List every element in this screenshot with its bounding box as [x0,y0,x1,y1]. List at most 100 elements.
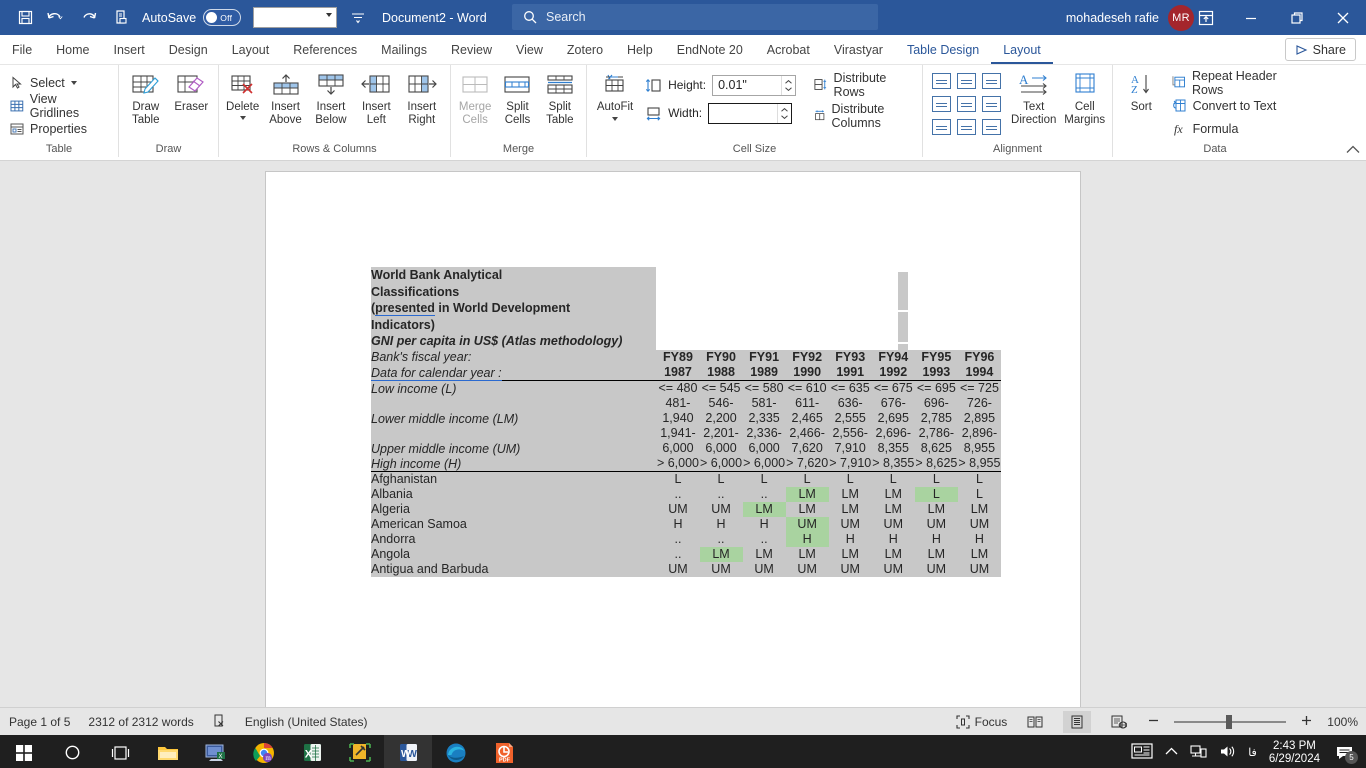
document-canvas[interactable]: World Bank Analytical Classifications (p… [0,161,1366,707]
tab-file[interactable]: File [0,36,44,64]
qat-dropdown[interactable] [253,7,338,28]
cell-margins-button[interactable]: Cell Margins [1063,69,1106,127]
edge-icon[interactable] [432,735,480,768]
account-area[interactable]: mohadeseh rafie MR [1066,4,1194,31]
align-top-right-button[interactable] [982,72,1001,89]
word-count[interactable]: 2312 of 2312 words [88,715,193,729]
tab-help[interactable]: Help [615,36,665,64]
news-weather-icon[interactable] [1131,742,1153,763]
split-table-button[interactable]: Split Table [540,69,580,127]
search-box[interactable]: Search [512,4,878,30]
column-width-input[interactable] [708,102,793,124]
remote-desktop-icon[interactable]: X [192,735,240,768]
tab-table-layout[interactable]: Layout [991,36,1053,64]
draw-table-button[interactable]: Draw Table [125,69,167,127]
file-explorer-icon[interactable] [144,735,192,768]
undo-icon[interactable] [42,5,72,31]
chrome-icon[interactable]: m [240,735,288,768]
table-row[interactable]: American Samoa H H H UM UM UM UM UM [371,516,1001,532]
table-row-title[interactable]: World Bank Analytical Classifications (p… [371,267,1001,350]
align-bottom-center-button[interactable] [957,118,976,135]
start-icon[interactable] [0,735,48,768]
tab-layout[interactable]: Layout [220,36,282,64]
formula-button[interactable]: fx Formula [1168,117,1311,140]
misspelled-word[interactable]: presented [375,301,435,316]
save-icon[interactable] [10,5,40,31]
focus-button[interactable]: Focus [956,715,1007,729]
align-bottom-left-button[interactable] [932,118,951,135]
language-indicator[interactable]: English (United States) [245,715,368,729]
read-mode-icon[interactable] [1021,711,1049,733]
editor-icon[interactable] [336,735,384,768]
row-height-control[interactable]: Height: 0.01" [645,71,797,99]
properties-button[interactable]: Properties [6,117,91,140]
insert-left-button[interactable]: Insert Left [354,69,398,127]
web-layout-icon[interactable] [1105,711,1133,733]
share-button[interactable]: Share [1284,38,1356,61]
repeat-header-rows-button[interactable]: Repeat Header Rows [1168,69,1311,97]
table-title-cell[interactable]: World Bank Analytical Classifications (p… [371,267,642,350]
tab-mailings[interactable]: Mailings [369,36,439,64]
restore-icon[interactable] [1274,0,1320,35]
country-rows-body[interactable]: Afghanistan L L L L L L L L Albania...... LM LM LM L L… [371,471,1001,577]
redo-icon[interactable] [74,5,104,31]
distribute-columns-button[interactable]: Distribute Columns [810,102,916,130]
width-spinner[interactable] [777,103,791,123]
autosave-toggle[interactable]: Off [203,9,242,26]
convert-to-text-button[interactable]: Convert to Text [1168,94,1311,117]
proofing-errors-icon[interactable] [212,713,227,731]
minimize-icon[interactable] [1228,0,1274,35]
autofit-button[interactable]: AutoFit [593,69,637,121]
language-indicator-icon[interactable]: فا [1248,746,1257,759]
tab-view[interactable]: View [504,36,555,64]
volume-icon[interactable] [1219,744,1236,762]
excel-icon[interactable]: X [288,735,336,768]
align-middle-right-button[interactable] [982,95,1001,112]
close-icon[interactable] [1320,0,1366,35]
zoom-level[interactable]: 100% [1327,715,1358,729]
document-page[interactable]: World Bank Analytical Classifications (p… [265,171,1081,707]
customize-qat-icon[interactable] [351,12,365,24]
tab-design[interactable]: Design [157,36,220,64]
notifications-icon[interactable]: 5 [1332,735,1358,768]
row-height-input[interactable]: 0.01" [712,74,797,96]
tab-zotero[interactable]: Zotero [555,36,615,64]
table-row[interactable]: Afghanistan L L L L L L L L [371,471,1001,487]
zoom-slider[interactable] [1174,714,1287,729]
tab-virastyar[interactable]: Virastyar [822,36,895,64]
zoom-slider-thumb[interactable] [1226,714,1233,729]
table-row[interactable]: Angola.. LM LM LM LM LM LM LM [371,546,1001,562]
collapse-ribbon-icon[interactable] [1346,143,1360,157]
eraser-button[interactable]: Eraser [171,69,213,114]
tab-references[interactable]: References [281,36,369,64]
distribute-rows-button[interactable]: Distribute Rows [810,71,916,99]
align-top-left-button[interactable] [932,72,951,89]
clock[interactable]: 2:43 PM 6/29/2024 [1269,740,1320,766]
tab-acrobat[interactable]: Acrobat [755,36,822,64]
page-indicator[interactable]: Page 1 of 5 [9,715,70,729]
autosave-control[interactable]: AutoSave Off [142,9,242,26]
table-row[interactable]: Albania...... LM LM LM L L [371,486,1001,502]
table-row-low-income[interactable]: Low income (L) <= 480 <= 545 <= 580 <= 6… [371,380,1001,396]
table-row-upper-middle-income[interactable]: Upper middle income (UM) 1,941-6,000 2,2… [371,425,1001,456]
insert-below-button[interactable]: Insert Below [309,69,353,127]
network-icon[interactable] [1190,744,1207,762]
print-preview-icon[interactable] [106,5,136,31]
tab-endnote[interactable]: EndNote 20 [665,36,755,64]
word-icon[interactable]: WW [384,735,432,768]
task-view-icon[interactable] [96,735,144,768]
insert-right-button[interactable]: Insert Right [400,69,444,127]
align-middle-left-button[interactable] [932,95,951,112]
pdf-icon[interactable]: PDF [480,735,528,768]
align-top-center-button[interactable] [957,72,976,89]
table-row-high-income[interactable]: High income (H) > 6,000 > 6,000 > 6,000 … [371,455,1001,472]
delete-button[interactable]: Delete [223,69,262,120]
world-bank-table[interactable]: World Bank Analytical Classifications (p… [371,267,1001,577]
view-gridlines-button[interactable]: View Gridlines [6,92,112,120]
tab-table-design[interactable]: Table Design [895,36,991,64]
table-row[interactable]: Algeria UM UM LM LM LM LM LM LM [371,501,1001,517]
align-bottom-right-button[interactable] [982,118,1001,135]
height-spinner[interactable] [781,75,795,95]
tab-review[interactable]: Review [439,36,504,64]
align-middle-center-button[interactable] [957,95,976,112]
